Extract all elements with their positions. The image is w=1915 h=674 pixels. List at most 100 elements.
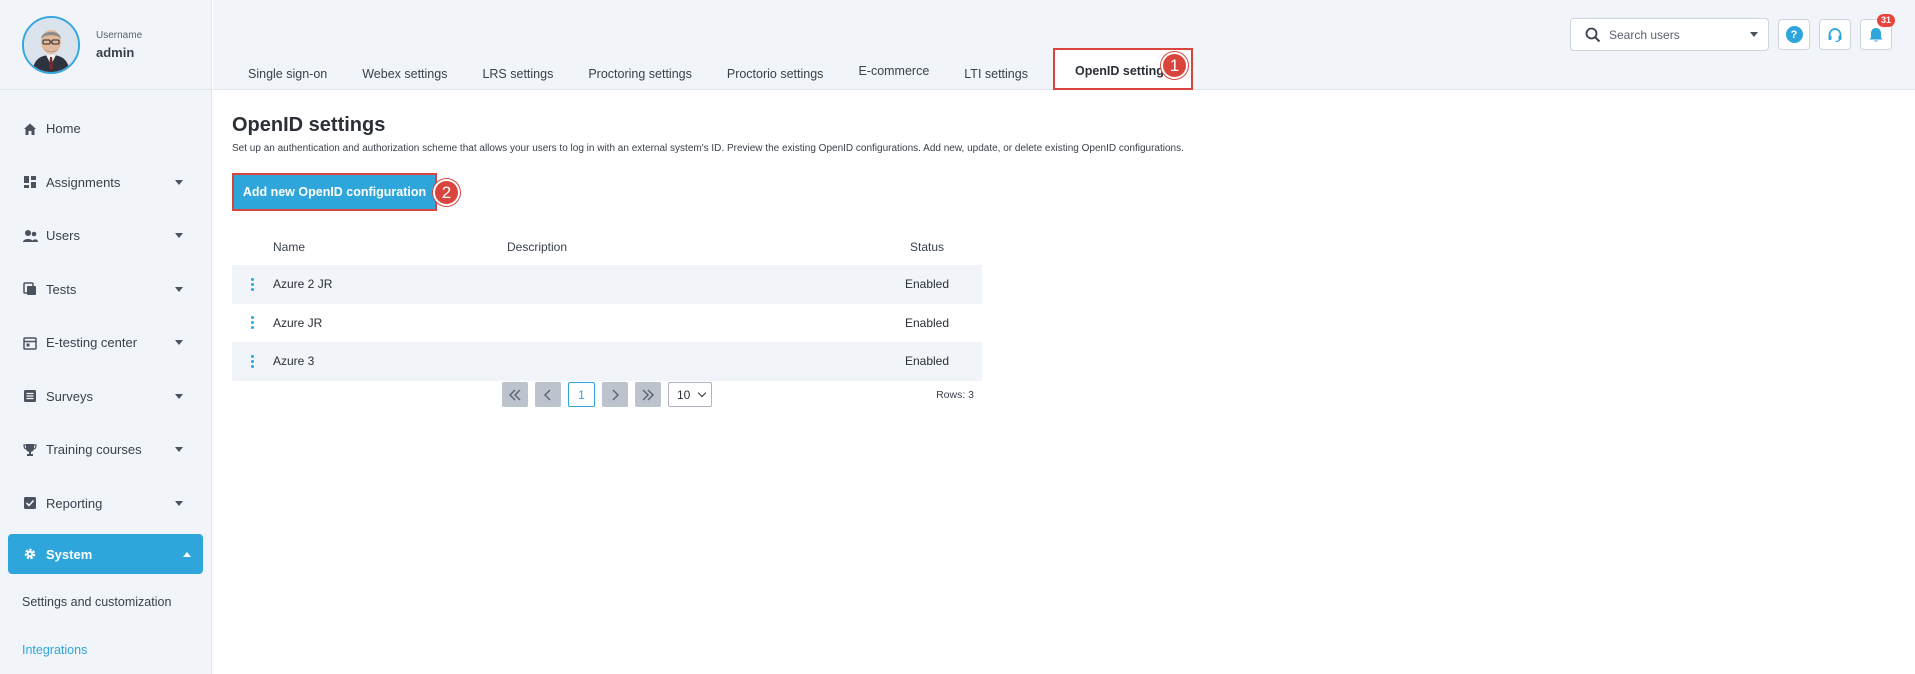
tab-single-sign-on[interactable]: Single sign-on — [248, 67, 327, 90]
step-marker-2: 2 — [433, 179, 460, 206]
username-value: admin — [96, 44, 135, 60]
previous-page-button[interactable] — [535, 382, 561, 407]
tab-proctoring-settings[interactable]: Proctoring settings — [588, 67, 692, 90]
calendar-icon — [22, 335, 38, 351]
sidebar: Username admin Home Assignments Users Te… — [0, 0, 212, 674]
double-chevron-right-icon — [642, 389, 654, 400]
column-header-description[interactable]: Description — [507, 240, 887, 254]
chevron-down-icon[interactable] — [1750, 32, 1758, 37]
help-button[interactable]: ? — [1778, 19, 1810, 50]
sidebar-item-surveys[interactable]: Surveys — [0, 370, 211, 424]
sidebar-subitem-integrations[interactable]: Integrations — [0, 626, 211, 674]
trophy-icon — [22, 442, 38, 458]
home-icon — [22, 121, 38, 137]
tab-webex-settings[interactable]: Webex settings — [362, 67, 447, 90]
sidebar-item-label: Assignments — [46, 174, 121, 190]
gear-icon — [22, 546, 38, 562]
sidebar-item-e-testing-center[interactable]: E-testing center — [0, 316, 211, 370]
row-name: Azure JR — [273, 315, 323, 330]
row-status: Enabled — [904, 315, 950, 330]
sidebar-item-label: E-testing center — [46, 335, 138, 351]
chevron-up-icon — [183, 551, 191, 557]
users-icon — [22, 228, 38, 244]
sidebar-item-home[interactable]: Home — [0, 102, 211, 156]
chevron-down-icon — [175, 340, 183, 346]
pagination: 1 10 Rows: 3 — [232, 379, 982, 409]
dashboard-icon — [22, 174, 38, 190]
table-header: Name Description Status — [232, 229, 982, 265]
chevron-down-icon — [697, 388, 707, 397]
sidebar-item-label: Training courses — [46, 442, 142, 458]
search-icon — [1585, 27, 1601, 42]
profile: Username admin — [0, 0, 211, 90]
settings-tabs: Single sign-on Webex settings LRS settin… — [213, 40, 1193, 90]
sidebar-item-tests[interactable]: Tests — [0, 263, 211, 317]
sidebar-item-label: Home — [46, 121, 81, 137]
openid-table: Name Description Status Azure 2 JR Enabl… — [232, 229, 982, 381]
tab-proctorio-settings[interactable]: Proctorio settings — [727, 67, 824, 90]
chevron-left-icon — [544, 389, 551, 400]
sidebar-item-system[interactable]: System — [8, 534, 203, 574]
add-openid-configuration-button[interactable]: Add new OpenID configuration — [234, 175, 435, 209]
help-icon: ? — [1785, 26, 1803, 43]
sidebar-subitem-settings[interactable]: Settings and customization — [0, 578, 211, 626]
sidebar-item-reporting[interactable]: Reporting — [0, 477, 211, 531]
avatar[interactable] — [22, 15, 80, 74]
chevron-right-icon — [612, 389, 619, 400]
notifications-button[interactable]: 31 — [1860, 14, 1895, 50]
page-title: OpenID settings — [232, 114, 386, 136]
chevron-down-icon — [175, 233, 183, 239]
table-row[interactable]: Azure JR Enabled — [232, 304, 982, 343]
sidebar-item-label: Surveys — [46, 388, 93, 404]
last-page-button[interactable] — [635, 382, 661, 407]
row-status: Enabled — [904, 354, 950, 369]
username-label: Username — [96, 29, 143, 41]
sidebar-item-users[interactable]: Users — [0, 209, 211, 263]
sidebar-item-training-courses[interactable]: Training courses — [0, 423, 211, 477]
add-button-highlight: Add new OpenID configuration — [232, 173, 437, 211]
list-icon — [22, 388, 38, 404]
chevron-down-icon — [175, 447, 183, 453]
user-meta: Username admin — [96, 30, 142, 60]
chevron-down-icon — [175, 286, 183, 292]
more-options-icon[interactable] — [247, 277, 259, 291]
page-size-value: 10 — [677, 387, 691, 402]
double-chevron-left-icon — [509, 389, 521, 400]
chevron-down-icon — [175, 500, 183, 506]
first-page-button[interactable] — [502, 382, 528, 407]
tab-lrs-settings[interactable]: LRS settings — [482, 67, 553, 90]
sidebar-item-label: Reporting — [46, 495, 103, 511]
search-input[interactable] — [1609, 27, 1750, 42]
chevron-down-icon — [175, 179, 183, 185]
top-header: ? 31 Single sign-on Webex settings LRS s… — [213, 0, 1915, 90]
sidebar-item-label: Users — [46, 228, 80, 244]
more-options-icon[interactable] — [247, 316, 259, 330]
bell-icon — [1869, 27, 1883, 42]
tab-lti-settings[interactable]: LTI settings — [964, 67, 1028, 90]
sidebar-item-label: System — [46, 546, 93, 562]
sidebar-item-label: Tests — [46, 281, 77, 297]
support-button[interactable] — [1819, 19, 1851, 50]
column-header-status[interactable]: Status — [887, 240, 967, 254]
tab-e-commerce[interactable]: E-commerce — [858, 64, 929, 90]
row-status: Enabled — [904, 277, 950, 292]
page-size-select[interactable]: 10 — [668, 382, 712, 407]
column-header-name[interactable]: Name — [273, 240, 507, 254]
chevron-down-icon — [175, 393, 183, 399]
search-box[interactable] — [1570, 18, 1769, 51]
page-description: Set up an authentication and authorizati… — [232, 143, 1184, 154]
headset-icon — [1828, 27, 1842, 42]
row-name: Azure 2 JR — [273, 277, 333, 292]
row-name: Azure 3 — [273, 354, 315, 369]
next-page-button[interactable] — [602, 382, 628, 407]
current-page-button[interactable]: 1 — [568, 382, 595, 407]
notification-badge: 31 — [1876, 14, 1895, 27]
report-icon — [22, 495, 38, 511]
sidebar-item-assignments[interactable]: Assignments — [0, 156, 211, 210]
tests-icon — [22, 281, 38, 297]
step-marker-1: 1 — [1161, 52, 1188, 79]
rows-count: Rows: 3 — [936, 389, 974, 401]
table-row[interactable]: Azure 3 Enabled — [232, 342, 982, 381]
table-row[interactable]: Azure 2 JR Enabled — [232, 265, 982, 304]
more-options-icon[interactable] — [247, 354, 259, 368]
